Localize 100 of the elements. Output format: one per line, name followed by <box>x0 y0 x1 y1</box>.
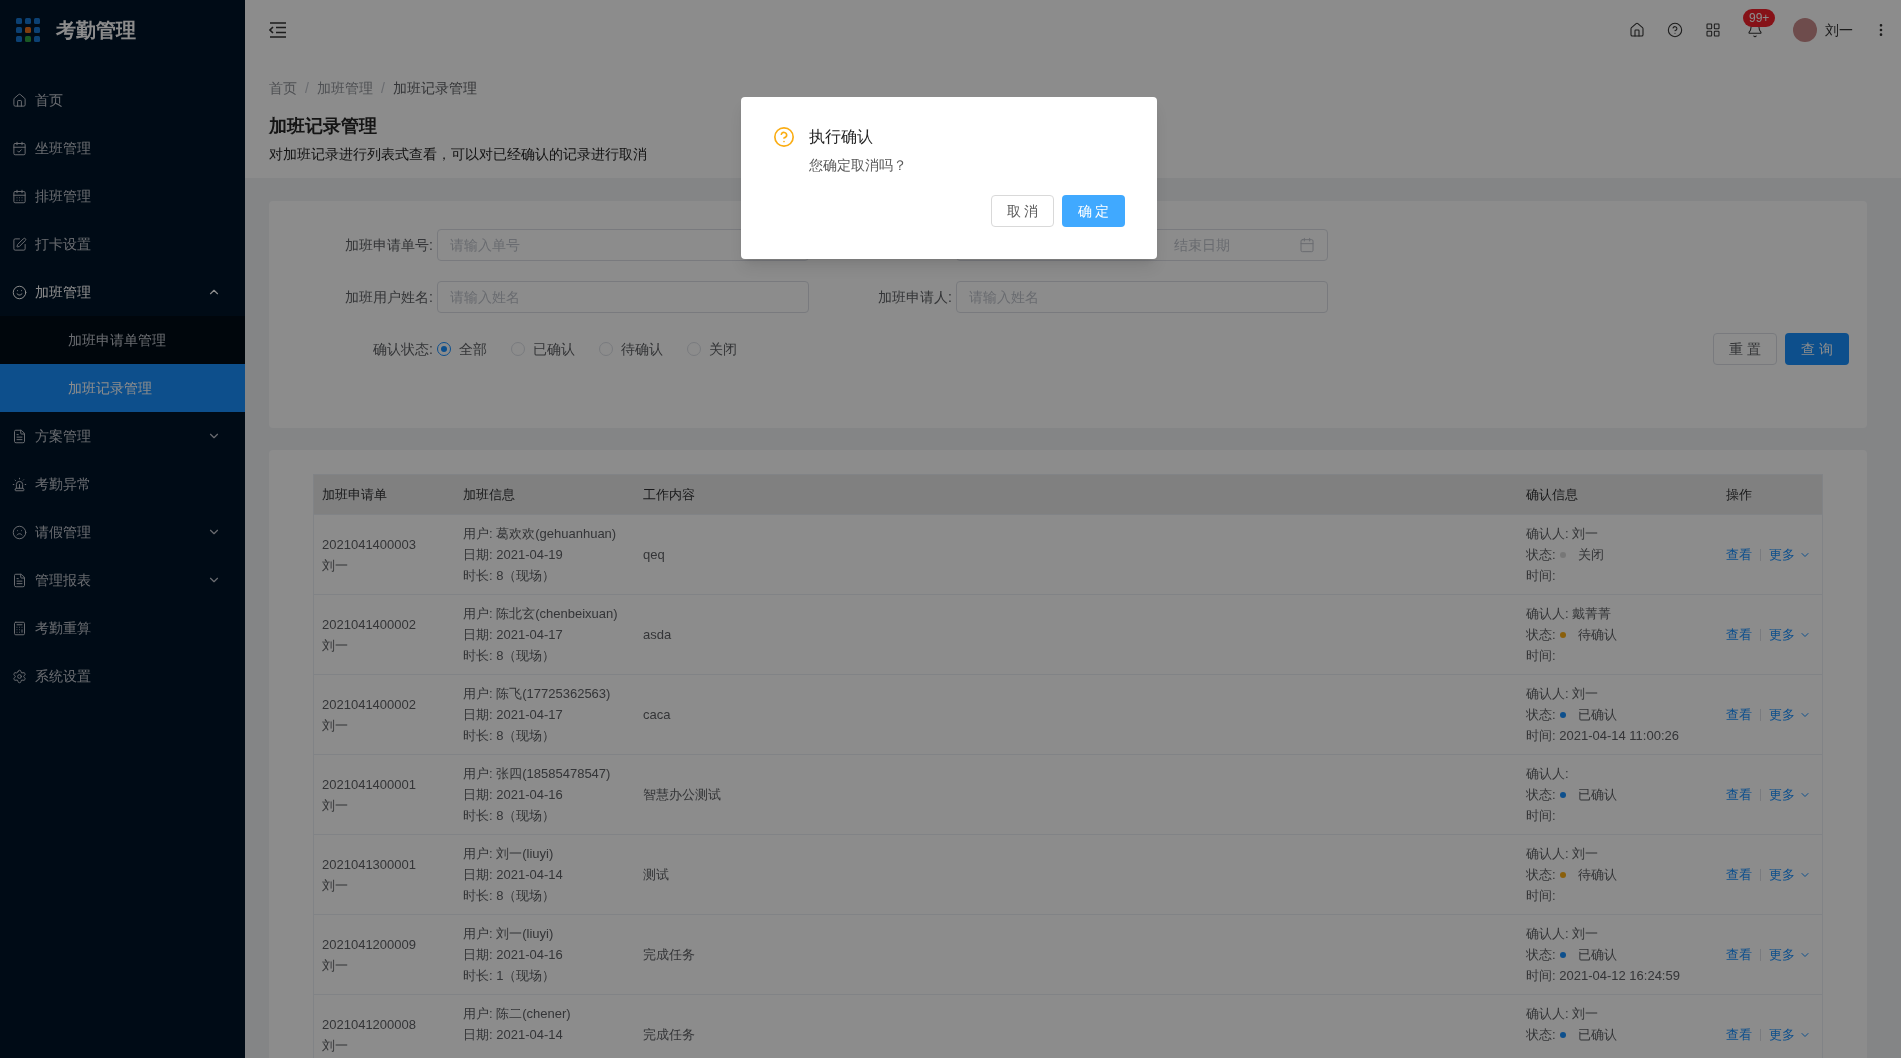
calculator-icon <box>12 620 27 636</box>
status-text: 已确认 <box>1577 706 1617 724</box>
work-content: 完成任务 <box>643 946 696 964</box>
view-link[interactable]: 查看 <box>1726 1024 1752 1045</box>
order-number: 2021041200008 <box>322 1015 417 1034</box>
sidebar-item[interactable]: 方案管理 <box>0 412 245 460</box>
query-button[interactable]: 查 询 <box>1785 333 1849 365</box>
dialog-title: 执行确认 <box>809 127 873 147</box>
radio-option[interactable]: 待确认 <box>599 339 663 359</box>
more-link[interactable]: 更多 <box>1769 1024 1811 1045</box>
status-label: 状态: <box>1526 866 1556 884</box>
more-link[interactable]: 更多 <box>1769 624 1811 645</box>
overtime-date: 日期: 2021-04-14 <box>463 866 564 884</box>
document-icon <box>12 572 27 588</box>
radio-option[interactable]: 已确认 <box>511 339 575 359</box>
status-label: 状态: <box>1526 1026 1556 1044</box>
overtime-duration: 时长: 8（现场） <box>463 807 557 825</box>
overtime-user: 用户: 张四(18585478547) <box>463 765 612 783</box>
breadcrumb-link[interactable]: 首页 <box>269 78 297 98</box>
more-link[interactable]: 更多 <box>1769 704 1811 725</box>
work-content: 智慧办公测试 <box>643 786 722 804</box>
view-link[interactable]: 查看 <box>1726 944 1752 965</box>
order-number: 2021041400002 <box>322 695 417 714</box>
column-header: 加班信息 <box>463 485 516 504</box>
help-icon <box>773 126 795 148</box>
smile-icon <box>12 284 27 300</box>
field-label: 加班用户姓名: <box>344 288 434 307</box>
sidebar-item[interactable]: 加班记录管理 <box>0 364 245 412</box>
confirm-time: 时间: <box>1526 807 1557 825</box>
view-link[interactable]: 查看 <box>1726 704 1752 725</box>
overtime-user: 用户: 陈北玄(chenbeixuan) <box>463 605 619 623</box>
status-label: 状态: <box>1526 626 1556 644</box>
alarm-icon <box>12 476 27 492</box>
breadcrumb-link[interactable]: 加班记录管理 <box>392 78 477 98</box>
status-label: 状态: <box>1526 706 1556 724</box>
frown-icon <box>12 524 27 540</box>
work-content: asda <box>643 626 673 644</box>
help-icon[interactable] <box>1667 22 1683 38</box>
work-content: 完成任务 <box>643 1026 696 1044</box>
cancel-button[interactable]: 取 消 <box>991 195 1054 227</box>
sidebar-item[interactable]: 首页 <box>0 76 245 124</box>
sidebar-item[interactable]: 考勤重算 <box>0 604 245 652</box>
status-text: 待确认 <box>1577 866 1617 884</box>
status-text: 待确认 <box>1577 626 1617 644</box>
sidebar-item[interactable]: 考勤异常 <box>0 460 245 508</box>
calendar-icon <box>12 188 27 204</box>
document-icon <box>12 428 27 444</box>
status-text: 已确认 <box>1577 1026 1617 1044</box>
column-header: 工作内容 <box>643 485 696 504</box>
breadcrumb-separator: / <box>380 79 385 98</box>
work-content: 测试 <box>643 866 670 884</box>
confirm-button[interactable]: 确 定 <box>1062 195 1125 227</box>
home-icon[interactable] <box>1629 22 1645 38</box>
grid-icon[interactable] <box>1705 22 1721 38</box>
confirmer: 确认人: 戴菁菁 <box>1526 605 1613 623</box>
menu-fold-icon[interactable] <box>269 22 287 38</box>
view-link[interactable]: 查看 <box>1726 784 1752 805</box>
page-description: 对加班记录进行列表式查看，可以对已经确认的记录进行取消 <box>269 145 647 164</box>
view-link[interactable]: 查看 <box>1726 624 1752 645</box>
sidebar-item[interactable]: 请假管理 <box>0 508 245 556</box>
confirm-time: 时间: 2021-04-12 16:24:59 <box>1526 967 1681 985</box>
sidebar-item[interactable]: 加班申请单管理 <box>0 316 245 364</box>
status-text: 已确认 <box>1577 946 1617 964</box>
sidebar-item[interactable]: 系统设置 <box>0 652 245 700</box>
status-label: 状态: <box>1526 946 1556 964</box>
more-link[interactable]: 更多 <box>1769 864 1811 885</box>
edit-icon <box>12 236 27 252</box>
sidebar-item[interactable]: 打卡设置 <box>0 220 245 268</box>
order-number: 2021041400001 <box>322 775 417 794</box>
order-number: 2021041300001 <box>322 855 417 874</box>
field-label: 加班申请人: <box>877 288 953 307</box>
overtime-date: 日期: 2021-04-14 <box>463 1026 564 1044</box>
breadcrumb-separator: / <box>305 79 309 98</box>
status-label: 状态: <box>1526 786 1556 804</box>
user-name[interactable]: 刘一 <box>1825 20 1853 40</box>
work-content: caca <box>643 706 672 724</box>
field-label: 加班申请单号: <box>344 236 434 255</box>
confirm-time: 时间: <box>1526 647 1557 665</box>
radio-option[interactable]: 关闭 <box>687 339 737 359</box>
overtime-duration: 时长: 1（现场） <box>463 967 557 985</box>
calendar-icon <box>1299 237 1315 253</box>
home-icon <box>12 92 27 108</box>
sidebar-item[interactable]: 排班管理 <box>0 172 245 220</box>
more-link[interactable]: 更多 <box>1769 544 1811 565</box>
view-link[interactable]: 查看 <box>1726 544 1752 565</box>
page-title: 加班记录管理 <box>269 115 377 138</box>
breadcrumb-link[interactable]: 加班管理 <box>316 78 373 98</box>
more-link[interactable]: 更多 <box>1769 944 1811 965</box>
overtime-duration: 时长: 8（现场） <box>463 887 557 905</box>
more-link[interactable]: 更多 <box>1769 784 1811 805</box>
overtime-duration: 时长: 8（现场） <box>463 727 557 745</box>
dialog-message: 您确定取消吗？ <box>809 156 908 175</box>
sidebar-item[interactable]: 加班管理 <box>0 268 245 316</box>
radio-option[interactable]: 全部 <box>437 339 487 359</box>
sidebar-item[interactable]: 管理报表 <box>0 556 245 604</box>
overtime-date: 日期: 2021-04-16 <box>463 786 564 804</box>
calendar-check-icon <box>12 140 27 156</box>
view-link[interactable]: 查看 <box>1726 864 1752 885</box>
sidebar-item[interactable]: 坐班管理 <box>0 124 245 172</box>
reset-button[interactable]: 重 置 <box>1713 333 1777 365</box>
